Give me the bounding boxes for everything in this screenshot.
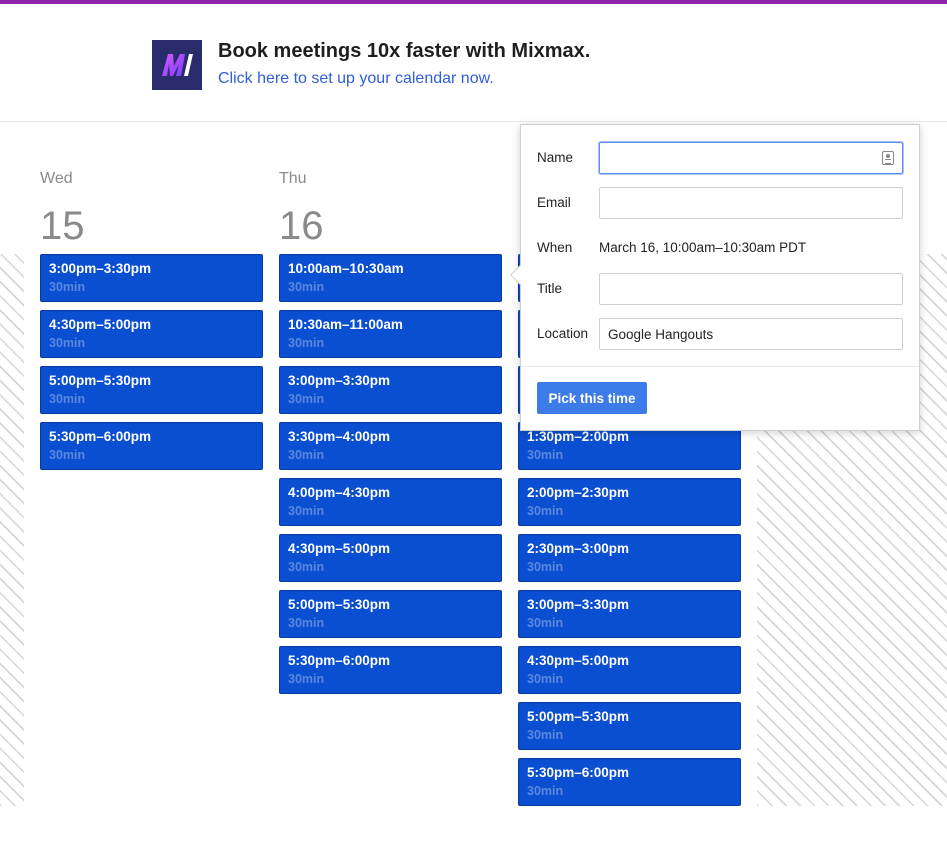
slot-time: 10:00am–10:30am	[288, 261, 404, 276]
email-label: Email	[537, 195, 571, 210]
time-slot-selected[interactable]: 10:00am–10:30am 30min	[279, 254, 502, 302]
slot-time: 1:30pm–2:00pm	[527, 429, 630, 444]
time-slot[interactable]: 5:00pm–5:30pm 30min	[279, 590, 502, 638]
slot-duration: 30min	[288, 336, 325, 350]
slot-time: 5:00pm–5:30pm	[288, 597, 391, 612]
slot-duration: 30min	[49, 336, 86, 350]
time-slot[interactable]: 2:00pm–2:30pm 30min	[518, 478, 741, 526]
slot-time: 4:30pm–5:00pm	[288, 541, 391, 556]
time-slot[interactable]: 4:30pm–5:00pm 30min	[518, 646, 741, 694]
slot-duration: 30min	[527, 616, 564, 630]
when-value: March 16, 10:00am–10:30am PDT	[599, 240, 807, 255]
time-slot[interactable]: 2:30pm–3:00pm 30min	[518, 534, 741, 582]
location-input[interactable]	[599, 318, 903, 350]
popover-arrow	[510, 265, 530, 285]
slot-time: 4:30pm–5:00pm	[527, 653, 630, 668]
slot-duration: 30min	[527, 672, 564, 686]
slot-duration: 30min	[288, 280, 325, 294]
slot-duration: 30min	[288, 504, 325, 518]
when-label: When	[537, 240, 573, 255]
slot-duration: 30min	[49, 448, 86, 462]
name-input[interactable]	[599, 142, 903, 174]
slot-duration: 30min	[49, 280, 86, 294]
slot-time: 5:30pm–6:00pm	[49, 429, 152, 444]
email-input[interactable]	[599, 187, 903, 219]
slot-duration: 30min	[288, 560, 325, 574]
promo-banner: Book meetings 10x faster with Mixmax. Cl…	[0, 4, 947, 122]
slot-time: 4:30pm–5:00pm	[49, 317, 152, 332]
slot-duration: 30min	[288, 616, 325, 630]
popover-divider	[521, 366, 919, 367]
contact-card-icon[interactable]	[882, 151, 894, 165]
setup-calendar-link[interactable]: Click here to set up your calendar now.	[218, 70, 494, 88]
slot-duration: 30min	[288, 448, 325, 462]
title-label: Title	[537, 281, 563, 296]
time-slot[interactable]: 5:30pm–6:00pm 30min	[40, 422, 263, 470]
time-slot[interactable]: 4:30pm–5:00pm 30min	[40, 310, 263, 358]
slot-time: 2:00pm–2:30pm	[527, 485, 630, 500]
unavailable-area-left	[0, 254, 24, 806]
slot-time: 10:30am–11:00am	[288, 317, 403, 332]
slot-duration: 30min	[527, 728, 564, 742]
time-slot[interactable]: 5:30pm–6:00pm 30min	[518, 758, 741, 806]
slot-time: 5:00pm–5:30pm	[527, 709, 630, 724]
time-slot[interactable]: 4:00pm–4:30pm 30min	[279, 478, 502, 526]
slot-time: 5:30pm–6:00pm	[527, 765, 630, 780]
time-slot[interactable]: 4:30pm–5:00pm 30min	[279, 534, 502, 582]
booking-popover: Name Email When March 16, 10:00am–10:30a…	[510, 124, 920, 431]
slot-list: 3:00pm–3:30pm 30min 4:30pm–5:00pm 30min 5:…	[40, 254, 264, 478]
slot-time: 5:00pm–5:30pm	[49, 373, 152, 388]
slot-duration: 30min	[527, 784, 564, 798]
slot-duration: 30min	[527, 448, 564, 462]
time-slot[interactable]: 10:30am–11:00am 30min	[279, 310, 502, 358]
slot-time: 3:30pm–4:00pm	[288, 429, 391, 444]
slot-duration: 30min	[49, 392, 86, 406]
location-label: Location	[537, 326, 589, 341]
slot-list: 10:00am–10:30am 30min 10:30am–11:00am 30mi…	[279, 254, 503, 702]
time-slot[interactable]: 3:30pm–4:00pm 30min	[279, 422, 502, 470]
time-slot[interactable]: 3:00pm–3:30pm 30min	[40, 254, 263, 302]
slot-time: 3:00pm–3:30pm	[527, 597, 630, 612]
slot-time: 3:00pm–3:30pm	[288, 373, 391, 388]
slot-duration: 30min	[527, 560, 564, 574]
slot-time: 4:00pm–4:30pm	[288, 485, 391, 500]
day-column-wed: Wed 15 3:00pm–3:30pm 30min 4:30pm–5:00pm 3…	[40, 168, 264, 470]
day-column-thu: Thu 16 10:00am–10:30am 30min 10:30am–11:0…	[279, 168, 503, 694]
time-slot[interactable]: 5:30pm–6:00pm 30min	[279, 646, 502, 694]
slot-time: 3:00pm–3:30pm	[49, 261, 152, 276]
slot-duration: 30min	[288, 392, 325, 406]
name-label: Name	[537, 150, 574, 165]
time-slot[interactable]: 3:00pm–3:30pm 30min	[518, 590, 741, 638]
mixmax-logo-icon	[152, 40, 202, 90]
time-slot[interactable]: 5:00pm–5:30pm 30min	[518, 702, 741, 750]
banner-title: Book meetings 10x faster with Mixmax.	[218, 40, 591, 62]
time-slot[interactable]: 3:00pm–3:30pm 30min	[279, 366, 502, 414]
time-slot[interactable]: 5:00pm–5:30pm 30min	[40, 366, 263, 414]
day-name: Wed	[40, 170, 73, 187]
pick-this-time-button[interactable]: Pick this time	[537, 382, 647, 414]
day-date: 16	[279, 204, 324, 248]
day-name: Thu	[279, 170, 307, 187]
slot-time: 5:30pm–6:00pm	[288, 653, 391, 668]
slot-time: 2:30pm–3:00pm	[527, 541, 630, 556]
title-input[interactable]	[599, 273, 903, 305]
slot-duration: 30min	[527, 504, 564, 518]
slot-duration: 30min	[288, 672, 325, 686]
day-date: 15	[40, 204, 85, 248]
